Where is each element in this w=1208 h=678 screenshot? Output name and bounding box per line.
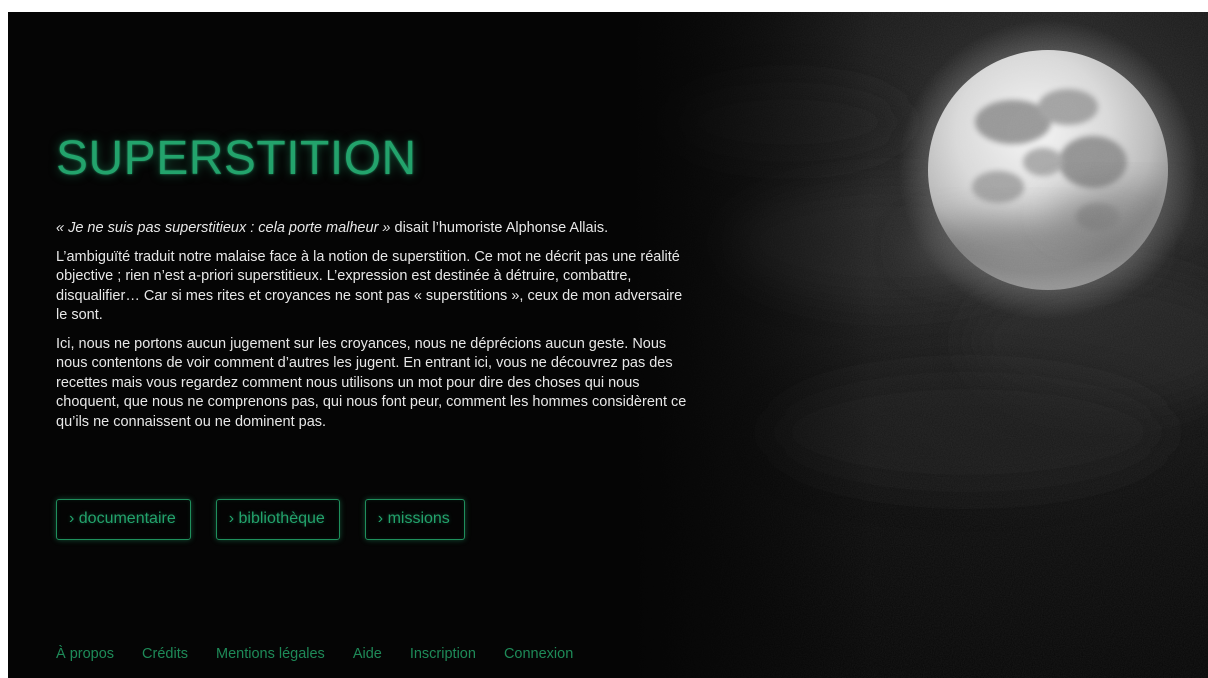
footer-link-mentions-legales[interactable]: Mentions légales — [216, 645, 325, 663]
footer-link-connexion[interactable]: Connexion — [504, 645, 573, 663]
footer-link-inscription[interactable]: Inscription — [410, 645, 476, 663]
footer-nav: À propos Crédits Mentions légales Aide I… — [56, 645, 601, 663]
hero-section: SUPERSTITION « Je ne suis pas superstiti… — [56, 130, 696, 432]
documentaire-button[interactable]: › documentaire — [56, 499, 191, 540]
intro-paragraph-3: Ici, nous ne portons aucun jugement sur … — [56, 335, 687, 430]
bibliotheque-button[interactable]: › bibliothèque — [215, 499, 340, 540]
page: SUPERSTITION « Je ne suis pas superstiti… — [8, 12, 1208, 678]
section-buttons: › documentaire › bibliothèque › missions — [56, 499, 465, 540]
quote-attribution: disait l’humoriste Alphonse Allais. — [390, 220, 609, 236]
missions-button[interactable]: › missions — [364, 499, 465, 540]
intro-quote: « Je ne suis pas superstitieux : cela po… — [56, 219, 696, 239]
quote-text: « Je ne suis pas superstitieux : cela po… — [56, 220, 391, 236]
page-title: SUPERSTITION — [56, 132, 417, 185]
footer-link-a-propos[interactable]: À propos — [56, 645, 114, 663]
footer-link-credits[interactable]: Crédits — [142, 645, 188, 663]
footer-link-aide[interactable]: Aide — [353, 645, 382, 663]
intro-paragraph-2: L’ambiguïté traduit notre malaise face à… — [56, 248, 683, 324]
